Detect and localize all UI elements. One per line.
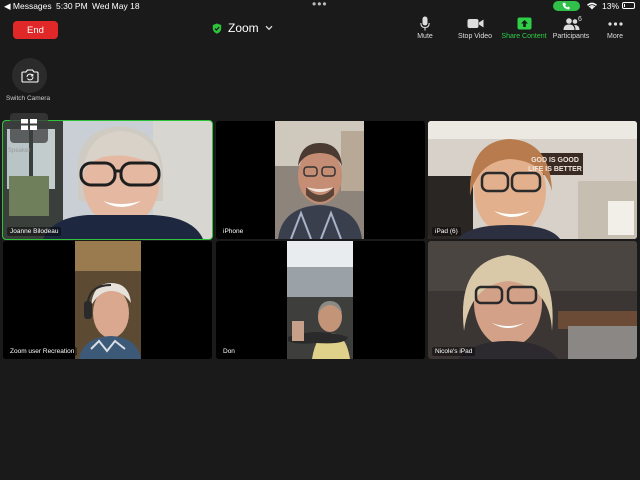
- phone-icon: [562, 2, 570, 10]
- grid-view-icon: [21, 119, 37, 130]
- participant-video: [216, 121, 425, 239]
- more-label: More: [607, 33, 623, 40]
- multitasking-dots-icon[interactable]: •••: [312, 0, 328, 11]
- microphone-icon: [420, 16, 430, 31]
- video-tile-nicoles-ipad[interactable]: Nicole's iPad: [428, 241, 637, 359]
- participant-name-tag: Don: [220, 347, 238, 356]
- wifi-icon: [587, 2, 597, 10]
- status-date: Wed May 18: [92, 1, 140, 11]
- back-to-messages-link[interactable]: ◀ Messages: [4, 1, 52, 12]
- more-dots-icon: [607, 21, 623, 26]
- speaker-view-label: Speaker: [8, 148, 31, 154]
- battery-percentage: 13%: [602, 1, 620, 11]
- participants-count-badge: 6: [578, 16, 582, 23]
- switch-camera-button[interactable]: [12, 58, 47, 93]
- participant-name-tag: iPhone: [220, 227, 247, 236]
- switch-camera-icon: [20, 68, 39, 83]
- more-button[interactable]: More: [600, 16, 630, 40]
- active-call-pill[interactable]: [553, 1, 580, 11]
- speaker-view-button[interactable]: [10, 113, 48, 143]
- video-tile-ipad-6[interactable]: GOD IS GOOD LIFE IS BETTER iPad (6): [428, 121, 637, 239]
- participant-video: GOD IS GOOD LIFE IS BETTER: [428, 121, 637, 239]
- ios-status-bar: ◀ Messages 5:30 PM Wed May 18 ••• 13%: [0, 0, 640, 13]
- wall-sign-text: LIFE IS BETTER: [528, 166, 582, 173]
- mute-button[interactable]: Mute: [410, 16, 440, 40]
- stop-video-label: Stop Video: [457, 33, 493, 40]
- end-meeting-button[interactable]: End: [13, 21, 58, 39]
- chevron-down-icon: [265, 25, 273, 31]
- video-camera-icon: [467, 19, 483, 28]
- participant-video: [216, 241, 425, 359]
- mute-label: Mute: [417, 33, 433, 40]
- video-tile-don[interactable]: Don: [216, 241, 425, 359]
- stop-video-button[interactable]: Stop Video: [455, 16, 495, 40]
- meeting-title: Zoom: [228, 21, 259, 35]
- participants-button[interactable]: 6 Participants: [550, 16, 592, 40]
- share-screen-icon: [517, 17, 531, 30]
- share-content-label: Share Content: [501, 33, 547, 40]
- participant-name-tag: iPad (6): [432, 227, 461, 236]
- video-tile-iphone[interactable]: iPhone: [216, 121, 425, 239]
- share-content-button[interactable]: Share Content: [500, 16, 548, 40]
- participant-video: [3, 241, 212, 359]
- participants-icon: [563, 17, 579, 30]
- shield-check-icon: [212, 23, 222, 34]
- battery-icon: [622, 2, 635, 9]
- participant-name-tag: Joanne Bilodeau: [7, 227, 62, 236]
- participant-name-tag: Zoom user Recreation: [7, 347, 78, 356]
- participants-label: Participants: [552, 33, 590, 40]
- participant-name-tag: Nicole's iPad: [432, 347, 476, 356]
- wall-sign-text: GOD IS GOOD: [531, 157, 579, 164]
- participant-video: [428, 241, 637, 359]
- switch-camera-label: Switch Camera: [6, 95, 51, 102]
- video-tile-zoom-user-recreation[interactable]: Zoom user Recreation: [3, 241, 212, 359]
- status-time: 5:30 PM: [56, 1, 88, 11]
- meeting-title-dropdown[interactable]: Zoom: [212, 20, 273, 36]
